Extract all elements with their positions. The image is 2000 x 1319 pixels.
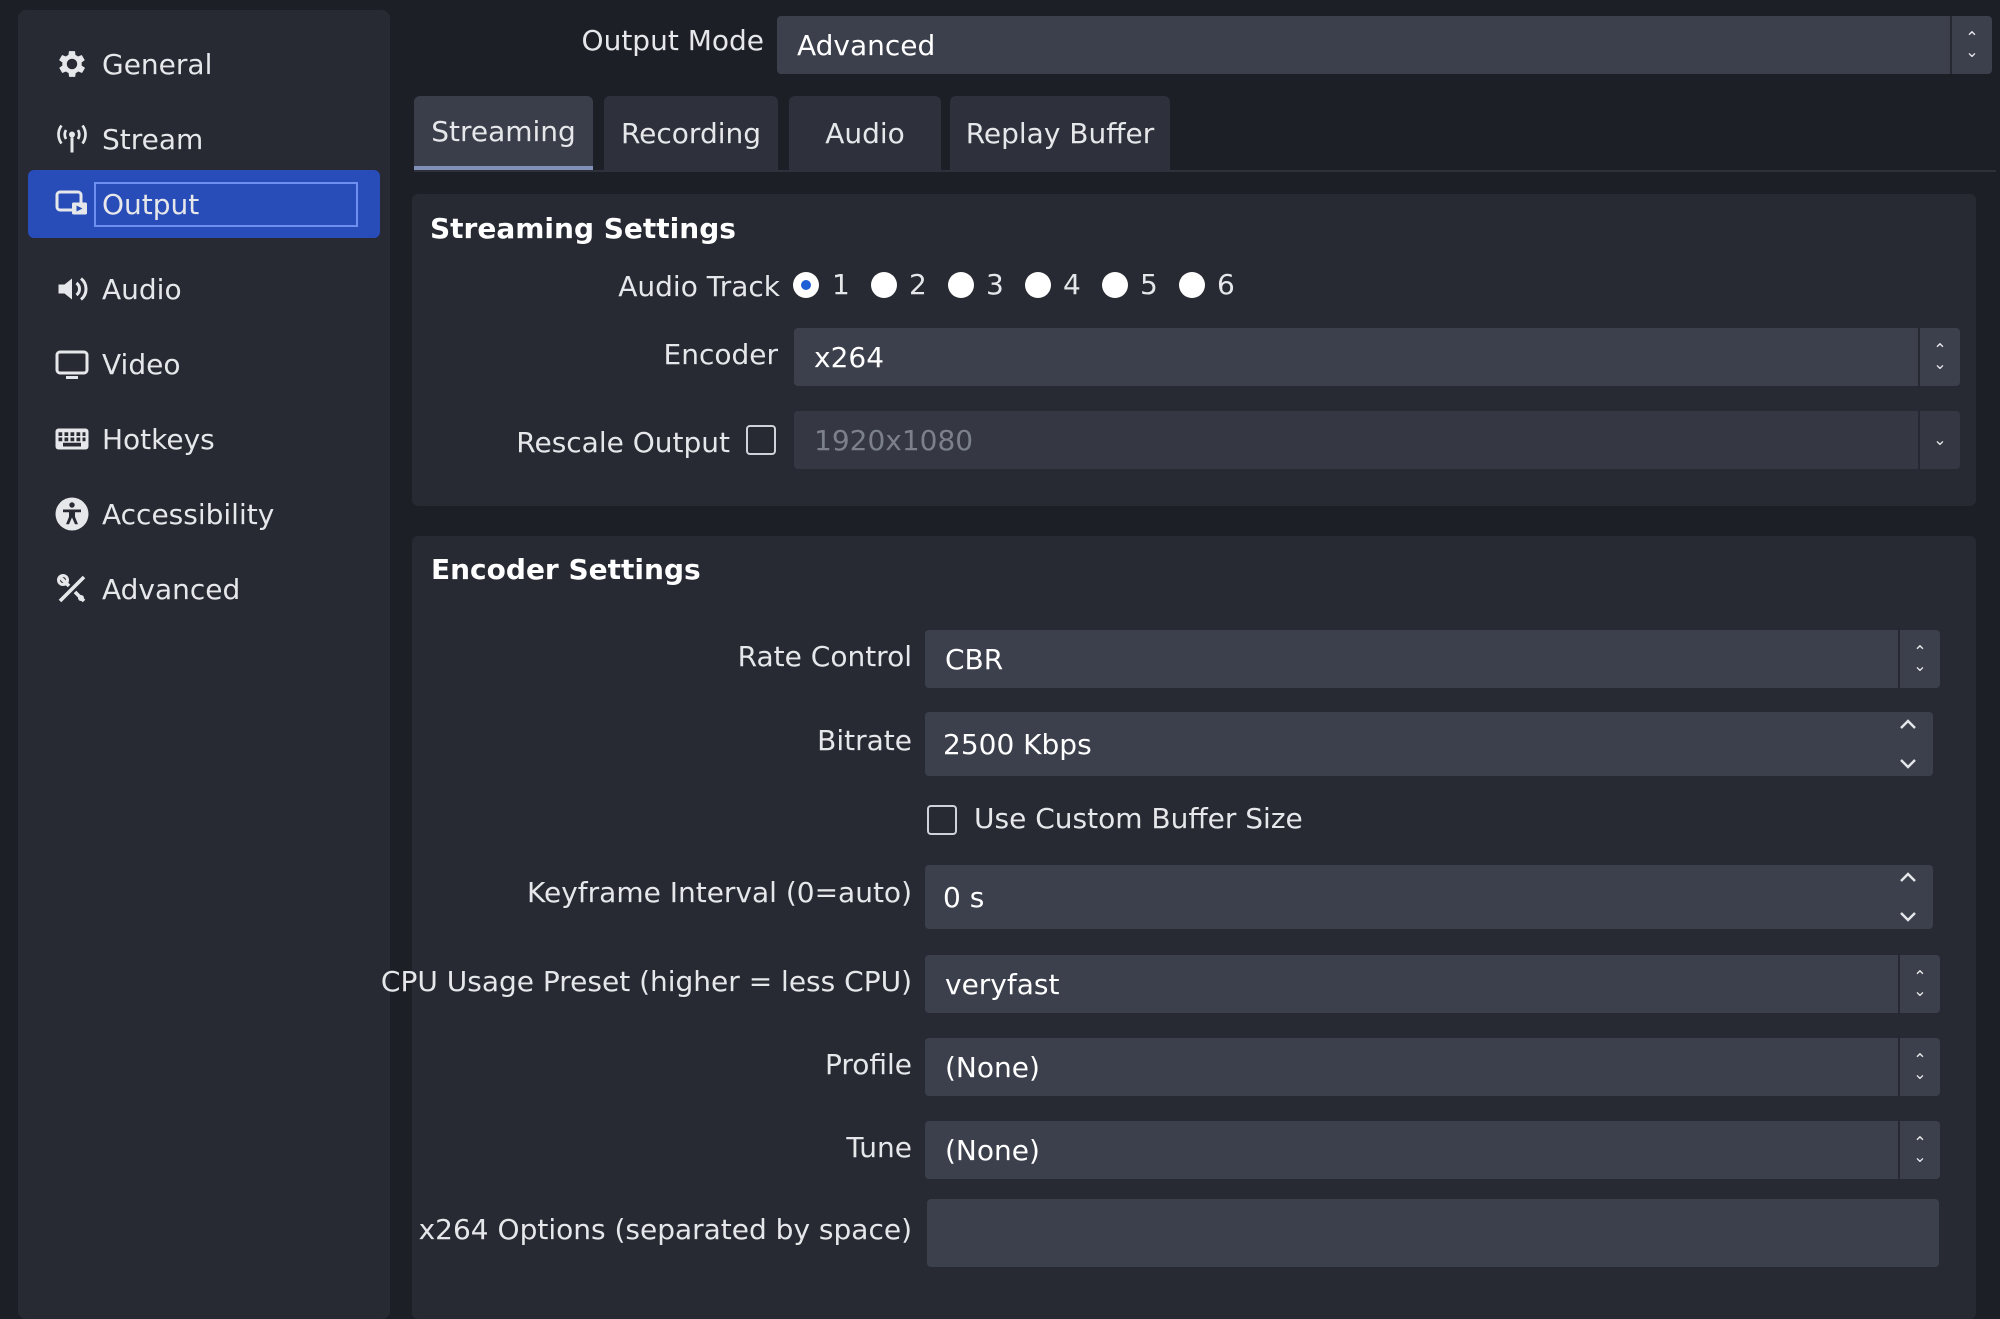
tab-label: Recording [620,116,762,150]
profile-select[interactable]: (None) ⌃ ⌄ [925,1038,1940,1096]
monitor-icon [52,344,92,384]
tab-label: Streaming [431,114,576,148]
output-icon [52,184,92,224]
sidebar-item-label: Advanced [102,572,241,606]
output-mode-select[interactable]: Advanced ⌃ ⌄ [777,16,1992,74]
decrement-arrow-icon[interactable] [1899,911,1917,923]
profile-label: Profile [824,1048,912,1081]
bitrate-label: Bitrate [817,724,912,757]
sidebar-item-label: Hotkeys [102,422,215,456]
profile-value: (None) [945,1050,1040,1084]
sidebar-item-label: Audio [102,272,182,306]
encoder-select[interactable]: x264 ⌃ ⌄ [794,328,1960,386]
sidebar-item-audio[interactable]: Audio [28,255,380,323]
output-mode-label: Output Mode [581,24,764,57]
tune-label: Tune [846,1131,912,1164]
up-down-arrows-icon: ⌃ ⌄ [1918,328,1960,386]
rescale-resolution-select[interactable]: 1920x1080 ⌄ [794,411,1960,469]
keyframe-interval-spinbox[interactable]: 0 s [925,865,1933,929]
sidebar-item-accessibility[interactable]: Accessibility [28,480,380,548]
sidebar-item-output[interactable]: Output [28,170,380,238]
up-down-arrows-icon: ⌃ ⌄ [1950,16,1992,74]
audio-track-radio-label: 6 [1217,268,1235,301]
audio-track-radio-label: 4 [1063,268,1081,301]
settings-sidebar: General Stream Output Audio Video Hotkey… [18,10,390,1319]
streaming-settings-title: Streaming Settings [430,212,736,245]
x264-options-label: x264 Options (separated by space) [418,1213,912,1246]
cpu-usage-preset-value: veryfast [945,967,1060,1001]
audio-track-radio-6[interactable] [1179,272,1205,298]
audio-track-label: Audio Track [618,270,780,303]
sidebar-item-label: Stream [102,122,204,156]
tab-replay-buffer[interactable]: Replay Buffer [950,96,1170,170]
sidebar-item-general[interactable]: General [28,30,380,98]
audio-track-radio-label: 2 [909,268,927,301]
audio-track-radio-label: 5 [1140,268,1158,301]
sidebar-item-label: Accessibility [102,497,275,531]
audio-track-radio-label: 3 [986,268,1004,301]
rate-control-value: CBR [945,642,1004,676]
audio-track-radio-3[interactable] [948,272,974,298]
accessibility-icon [52,494,92,534]
sidebar-item-label: Output [94,181,358,227]
bitrate-value: 2500 Kbps [943,727,1092,761]
tune-select[interactable]: (None) ⌃ ⌄ [925,1121,1940,1179]
encoder-label: Encoder [663,338,778,371]
sidebar-item-label: General [102,47,213,81]
rescale-output-label: Rescale Output [516,426,730,459]
keyframe-interval-label: Keyframe Interval (0=auto) [527,876,912,909]
gear-icon [52,44,92,84]
up-down-arrows-icon: ⌃ ⌄ [1898,955,1940,1013]
rate-control-label: Rate Control [737,640,912,673]
increment-arrow-icon[interactable] [1899,871,1917,883]
encoder-value: x264 [814,340,885,374]
audio-track-radio-5[interactable] [1102,272,1128,298]
sidebar-item-advanced[interactable]: Advanced [28,555,380,623]
keyboard-icon [52,419,92,459]
cpu-usage-preset-label: CPU Usage Preset (higher = less CPU) [380,965,912,998]
custom-buffer-checkbox[interactable] [927,805,957,835]
decrement-arrow-icon[interactable] [1899,758,1917,770]
tab-streaming[interactable]: Streaming [414,96,593,170]
tools-icon [52,569,92,609]
keyframe-interval-value: 0 s [943,880,985,914]
up-down-arrows-icon: ⌃ ⌄ [1898,1038,1940,1096]
tab-label: Audio [825,116,905,150]
tab-bar-divider [414,170,1996,172]
custom-buffer-label: Use Custom Buffer Size [974,802,1303,835]
up-down-arrows-icon: ⌃ ⌄ [1898,630,1940,688]
cpu-usage-preset-select[interactable]: veryfast ⌃ ⌄ [925,955,1940,1013]
audio-track-radio-2[interactable] [871,272,897,298]
rate-control-select[interactable]: CBR ⌃ ⌄ [925,630,1940,688]
sidebar-item-video[interactable]: Video [28,330,380,398]
tab-label: Replay Buffer [965,116,1155,150]
output-mode-value: Advanced [797,28,936,62]
increment-arrow-icon[interactable] [1899,718,1917,730]
tune-value: (None) [945,1133,1040,1167]
sidebar-item-label: Video [102,347,181,381]
chevron-down-icon: ⌄ [1918,411,1960,469]
x264-options-input[interactable] [927,1199,1939,1267]
audio-track-radio-1[interactable] [793,272,819,298]
tab-recording[interactable]: Recording [604,96,778,170]
up-down-arrows-icon: ⌃ ⌄ [1898,1121,1940,1179]
rescale-resolution-value: 1920x1080 [814,423,974,457]
speaker-icon [52,269,92,309]
sidebar-item-stream[interactable]: Stream [28,105,380,173]
audio-track-radio-4[interactable] [1025,272,1051,298]
bitrate-spinbox[interactable]: 2500 Kbps [925,712,1933,776]
antenna-icon [52,119,92,159]
audio-track-radio-label: 1 [832,268,850,301]
tab-audio[interactable]: Audio [789,96,941,170]
encoder-settings-title: Encoder Settings [431,553,701,586]
sidebar-item-hotkeys[interactable]: Hotkeys [28,405,380,473]
rescale-output-checkbox[interactable] [746,425,776,455]
